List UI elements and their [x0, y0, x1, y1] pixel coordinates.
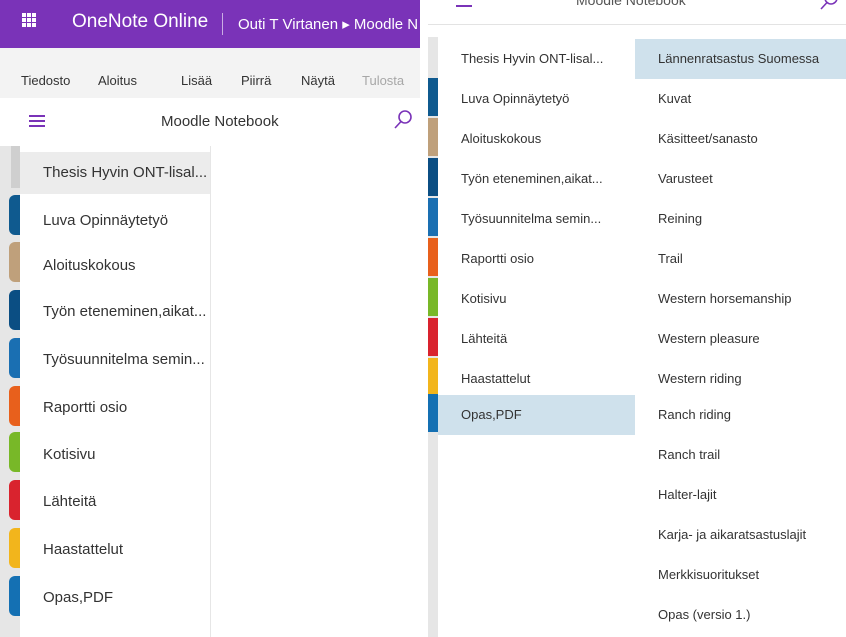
section-item-raportti[interactable]: Raportti osio	[20, 387, 210, 429]
notebook-title[interactable]: Moodle Notebook	[161, 113, 279, 130]
section-list: Thesis Hyvin ONT-lisal... Luva Opinnäyte…	[438, 37, 636, 637]
section-color-tab[interactable]	[9, 528, 20, 568]
page-list-empty	[211, 146, 420, 637]
page-item-western-horsemanship[interactable]: Western horsemanship	[635, 279, 846, 319]
section-color-tab[interactable]	[9, 242, 20, 282]
onenote-window-left: OneNote Online Outi T Virtanen ▸ Moodle …	[0, 0, 420, 637]
section-item-kotisivu[interactable]: Kotisivu	[20, 434, 210, 476]
section-item-haastattelut[interactable]: Haastattelut	[438, 359, 635, 399]
waffle-icon[interactable]	[22, 13, 36, 27]
section-color-tab[interactable]	[428, 394, 438, 432]
section-color-tab[interactable]	[428, 158, 438, 196]
tab-nayta[interactable]: Näytä	[301, 73, 335, 88]
page-item-western-riding[interactable]: Western riding	[635, 359, 846, 399]
tab-tiedosto[interactable]: Tiedosto	[21, 73, 70, 88]
search-icon[interactable]	[818, 0, 840, 12]
hamburger-icon[interactable]	[456, 5, 472, 9]
header-divider	[222, 13, 223, 35]
ribbon-tabs: Tiedosto Aloitus Lisää Piirrä Näytä Tulo…	[0, 48, 420, 98]
page-item-karja-aikaratsastus[interactable]: Karja- ja aikaratsastuslajit	[635, 515, 846, 555]
page-list: Lännenratsastus Suomessa Kuvat Käsitteet…	[635, 37, 846, 637]
section-color-tab[interactable]	[428, 118, 438, 156]
section-color-tab[interactable]	[428, 78, 438, 116]
section-item-thesis[interactable]: Thesis Hyvin ONT-lisal...	[20, 152, 210, 194]
page-item-varusteet[interactable]: Varusteet	[635, 159, 846, 199]
notebook-title[interactable]: Moodle Notebook	[576, 0, 686, 8]
section-color-tab[interactable]	[9, 576, 20, 616]
page-item-kasitteet[interactable]: Käsitteet/sanasto	[635, 119, 846, 159]
section-item-kotisivu[interactable]: Kotisivu	[438, 279, 635, 319]
section-color-tab[interactable]	[428, 198, 438, 236]
app-name-link[interactable]: OneNote Online	[72, 11, 208, 33]
section-color-tab[interactable]	[9, 195, 20, 235]
screenshot-divider	[420, 0, 428, 637]
tab-tulosta: Tulosta	[362, 73, 405, 88]
section-item-haastattelut[interactable]: Haastattelut	[20, 529, 210, 571]
page-item-ranch-trail[interactable]: Ranch trail	[635, 435, 846, 475]
section-item-luva[interactable]: Luva Opinnäytetyö	[438, 79, 635, 119]
hamburger-icon[interactable]	[29, 115, 45, 127]
section-item-lahteita[interactable]: Lähteitä	[438, 319, 635, 359]
page-item-kuvat[interactable]: Kuvat	[635, 79, 846, 119]
section-item-tyosuunnitelma[interactable]: Työsuunnitelma semin...	[438, 199, 635, 239]
page-item-opas-versio[interactable]: Opas (versio 1.)	[635, 595, 846, 635]
page-item-trail[interactable]: Trail	[635, 239, 846, 279]
breadcrumb[interactable]: Outi T Virtanen ▸ Moodle N	[238, 15, 418, 33]
app-header-bar: OneNote Online Outi T Virtanen ▸ Moodle …	[0, 0, 420, 48]
section-item-aloituskokous[interactable]: Aloituskokous	[438, 119, 635, 159]
page-item-merkkisuoritukset[interactable]: Merkkisuoritukset	[635, 555, 846, 595]
section-item-thesis[interactable]: Thesis Hyvin ONT-lisal...	[438, 39, 635, 79]
section-item-opas-pdf[interactable]: Opas,PDF	[20, 577, 210, 619]
page-item-halter-lajit[interactable]: Halter-lajit	[635, 475, 846, 515]
tab-aloitus[interactable]: Aloitus	[98, 73, 137, 88]
page-item-reining[interactable]: Reining	[635, 199, 846, 239]
section-list: Thesis Hyvin ONT-lisal... Luva Opinnäyte…	[20, 146, 211, 637]
section-item-tyon-eteneminen[interactable]: Työn eteneminen,aikat...	[20, 291, 210, 333]
section-item-tyon-eteneminen[interactable]: Työn eteneminen,aikat...	[438, 159, 635, 199]
section-color-tab[interactable]	[9, 386, 20, 426]
tab-piirra[interactable]: Piirrä	[241, 73, 271, 88]
section-item-opas-pdf[interactable]: Opas,PDF	[438, 395, 635, 435]
section-color-tab[interactable]	[428, 278, 438, 316]
section-color-tab[interactable]	[428, 238, 438, 276]
section-color-tab[interactable]	[9, 338, 20, 378]
section-tab-selected-marker	[11, 146, 20, 188]
section-item-luva[interactable]: Luva Opinnäytetyö	[20, 200, 210, 242]
section-color-tab[interactable]	[9, 480, 20, 520]
section-color-tab[interactable]	[428, 318, 438, 356]
section-item-raportti[interactable]: Raportti osio	[438, 239, 635, 279]
section-color-tab[interactable]	[9, 432, 20, 472]
page-item-western-pleasure[interactable]: Western pleasure	[635, 319, 846, 359]
section-item-tyosuunnitelma[interactable]: Työsuunnitelma semin...	[20, 339, 210, 381]
notebook-nav-header: Moodle Notebook	[428, 0, 846, 25]
page-item-ranch-riding[interactable]: Ranch riding	[635, 395, 846, 435]
search-icon[interactable]	[392, 109, 414, 131]
page-item-lannenratsastus[interactable]: Lännenratsastus Suomessa	[635, 39, 846, 79]
section-color-tab[interactable]	[9, 290, 20, 330]
section-item-aloituskokous[interactable]: Aloituskokous	[20, 245, 210, 287]
section-color-tab[interactable]	[428, 358, 438, 396]
tab-lisaa[interactable]: Lisää	[181, 73, 212, 88]
section-item-lahteita[interactable]: Lähteitä	[20, 481, 210, 523]
notebook-nav-header: Moodle Notebook	[20, 98, 420, 147]
onenote-window-right: Moodle Notebook Thesis Hyvin ONT-lisal..…	[428, 0, 846, 637]
